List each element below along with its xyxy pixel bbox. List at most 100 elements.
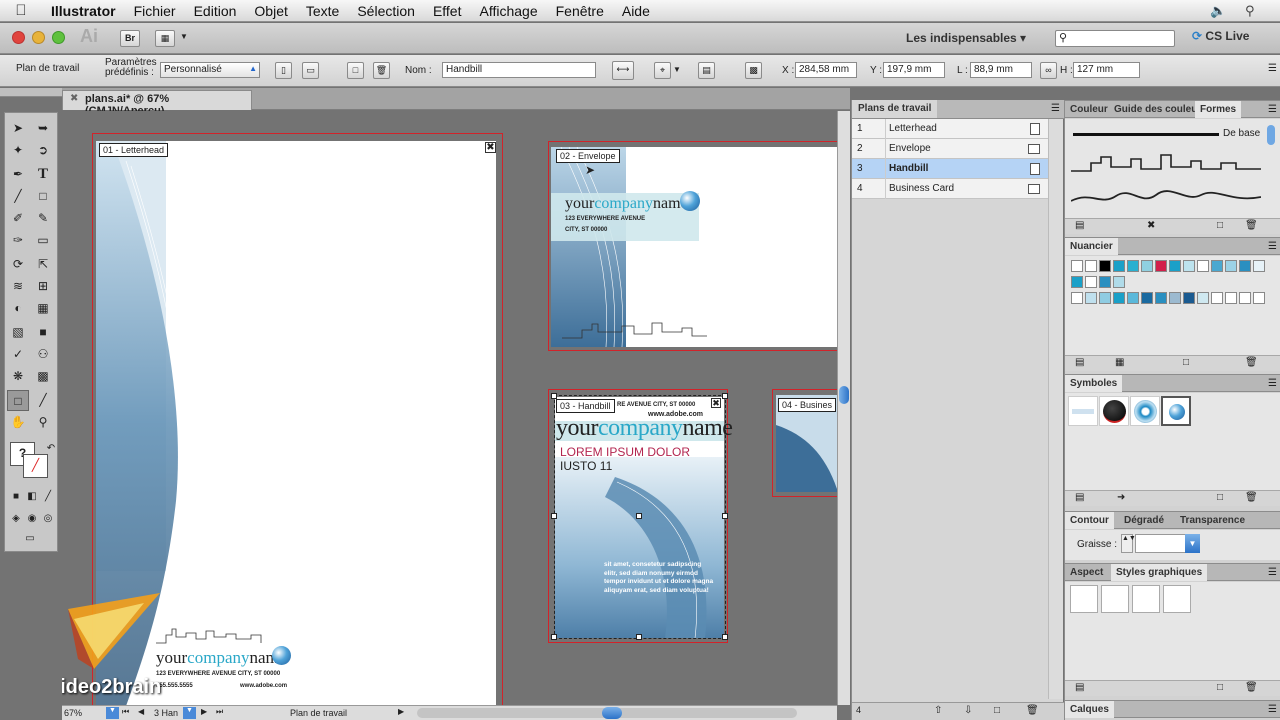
artboard-landscape-icon[interactable]: [1028, 184, 1040, 194]
vertical-scrollbar[interactable]: [837, 111, 850, 705]
delete-artboard-icon[interactable]: 🗑: [373, 62, 390, 79]
color-swatch[interactable]: [1253, 292, 1265, 304]
swatch-library-icon[interactable]: ▤: [1075, 357, 1084, 368]
close-artboard-icon[interactable]: ✖: [711, 398, 721, 408]
artboard-row[interactable]: 4 Business Card: [852, 179, 1048, 199]
apple-icon[interactable]: : [0, 2, 42, 19]
new-artboard-icon[interactable]: □: [347, 62, 364, 79]
workspace-switcher[interactable]: Les indispensables ▾: [906, 31, 1026, 45]
artboards-scrollbar[interactable]: [1048, 119, 1063, 699]
tab-degrade[interactable]: Dégradé: [1119, 512, 1169, 529]
color-swatch[interactable]: [1155, 260, 1167, 272]
chevron-down-icon[interactable]: ▼: [673, 65, 681, 74]
color-swatch[interactable]: [1141, 292, 1153, 304]
resize-handle[interactable]: [722, 393, 728, 399]
artboard-label-handbill[interactable]: 03 - Handbill: [556, 399, 615, 413]
symbol-swoosh[interactable]: [1068, 396, 1098, 426]
y-field[interactable]: 197,9 mm: [883, 62, 945, 78]
trash-icon[interactable]: 🗑: [1245, 492, 1258, 503]
tab-symboles[interactable]: Symboles: [1065, 375, 1123, 392]
menu-texte[interactable]: Texte: [297, 3, 348, 19]
artboard-navigation-field[interactable]: 3 Han: [154, 708, 178, 718]
color-swatch[interactable]: [1127, 260, 1139, 272]
hand-tool-icon[interactable]: ✋: [7, 412, 29, 433]
artboard-name-field[interactable]: Handbill: [442, 62, 596, 78]
artboard-label-business-card[interactable]: 04 - Busines: [778, 398, 837, 412]
graphic-style-1[interactable]: [1101, 585, 1129, 613]
direct-selection-tool-icon[interactable]: ➥: [32, 118, 54, 139]
color-swatch[interactable]: [1197, 260, 1209, 272]
tab-styles-graphiques[interactable]: Styles graphiques: [1111, 564, 1208, 581]
color-swatch[interactable]: [1183, 260, 1195, 272]
weight-stepper[interactable]: ▲▼: [1121, 534, 1136, 553]
tab-couleur[interactable]: Couleur: [1065, 101, 1113, 118]
menu-edition[interactable]: Edition: [185, 3, 246, 19]
move-down-icon[interactable]: ⇩: [964, 705, 972, 716]
pen-tool-icon[interactable]: ✒: [7, 164, 29, 185]
tab-contour[interactable]: Contour: [1065, 512, 1114, 529]
trash-icon[interactable]: 🗑: [1245, 682, 1258, 693]
color-swatch[interactable]: [1197, 292, 1209, 304]
color-swatch[interactable]: [1127, 292, 1139, 304]
tab-calques[interactable]: Calques: [1065, 701, 1114, 718]
free-transform-tool-icon[interactable]: ⊞: [32, 276, 54, 297]
place-symbol-icon[interactable]: ➜: [1117, 492, 1125, 503]
close-window-button[interactable]: [12, 31, 25, 44]
color-swatch[interactable]: [1155, 292, 1167, 304]
resize-handle[interactable]: [722, 513, 728, 519]
warp-tool-icon[interactable]: ≋: [7, 276, 29, 297]
menu-selection[interactable]: Sélection: [348, 3, 424, 19]
chevron-down-icon[interactable]: ▼: [180, 32, 188, 41]
trash-icon[interactable]: 🗑: [1245, 220, 1258, 231]
artboard-options-icon[interactable]: ▤: [698, 62, 715, 79]
artboard-tool-icon[interactable]: □: [7, 390, 29, 411]
menu-affichage[interactable]: Affichage: [470, 3, 546, 19]
canvas[interactable]: 01 - Letterhead ✖ yourcompanyname 123 EV…: [62, 111, 837, 705]
tab-nuancier[interactable]: Nuancier: [1065, 238, 1118, 255]
color-swatch[interactable]: [1099, 260, 1111, 272]
eyedropper-tool-icon[interactable]: ✓: [7, 344, 29, 365]
last-artboard-icon[interactable]: ⏭: [216, 707, 223, 717]
resize-handle[interactable]: [722, 634, 728, 640]
zoom-tool-icon[interactable]: ⚲: [32, 412, 54, 433]
color-swatch[interactable]: [1085, 276, 1097, 288]
lasso-tool-icon[interactable]: ➲: [32, 140, 54, 161]
zoom-window-button[interactable]: [52, 31, 65, 44]
color-swatch[interactable]: [1239, 292, 1251, 304]
remove-brush-icon[interactable]: ✖: [1147, 220, 1155, 231]
resize-handle[interactable]: [636, 634, 642, 640]
artboards-panel-tab[interactable]: Plans de travail: [852, 100, 938, 118]
close-tab-icon[interactable]: ✖: [70, 93, 78, 104]
new-artboard-icon[interactable]: □: [994, 705, 1000, 716]
color-swatch[interactable]: [1113, 276, 1125, 288]
screen-mode-icon[interactable]: ▭: [19, 528, 41, 549]
graphic-style-default[interactable]: [1070, 585, 1098, 613]
color-swatch[interactable]: [1113, 260, 1125, 272]
graphic-style-3[interactable]: [1163, 585, 1191, 613]
trash-icon[interactable]: 🗑: [1026, 705, 1039, 716]
link-proportions-icon[interactable]: ∞: [1040, 62, 1057, 79]
portrait-icon[interactable]: ▯: [275, 62, 292, 79]
color-swatch[interactable]: [1113, 292, 1125, 304]
artboard-dropdown-icon[interactable]: ▼: [183, 707, 196, 719]
mesh-tool-icon[interactable]: ▧: [7, 322, 29, 343]
minimize-window-button[interactable]: [32, 31, 45, 44]
volume-icon[interactable]: 🔈: [1210, 3, 1226, 19]
swap-colors-icon[interactable]: ↶: [40, 438, 62, 459]
color-swatch[interactable]: [1211, 292, 1223, 304]
tab-transparence[interactable]: Transparence: [1175, 512, 1250, 529]
column-graph-tool-icon[interactable]: ▩: [32, 366, 54, 387]
artboard-label-letterhead[interactable]: 01 - Letterhead: [99, 143, 169, 157]
draw-inside-icon[interactable]: ◎: [37, 508, 59, 529]
bridge-button[interactable]: Br: [120, 30, 140, 47]
stroke-weight-input[interactable]: [1135, 534, 1187, 553]
move-copy-icon[interactable]: ⟷: [612, 61, 634, 80]
color-swatch[interactable]: [1071, 276, 1083, 288]
symbol-library-icon[interactable]: ▤: [1075, 492, 1084, 503]
previous-artboard-icon[interactable]: ◀: [138, 707, 144, 716]
close-artboard-icon[interactable]: ✖: [485, 142, 496, 153]
menu-aide[interactable]: Aide: [613, 3, 659, 19]
panel-menu-icon[interactable]: ☰: [1268, 378, 1277, 389]
color-swatch[interactable]: [1225, 292, 1237, 304]
artboard-portrait-icon[interactable]: [1030, 123, 1040, 135]
